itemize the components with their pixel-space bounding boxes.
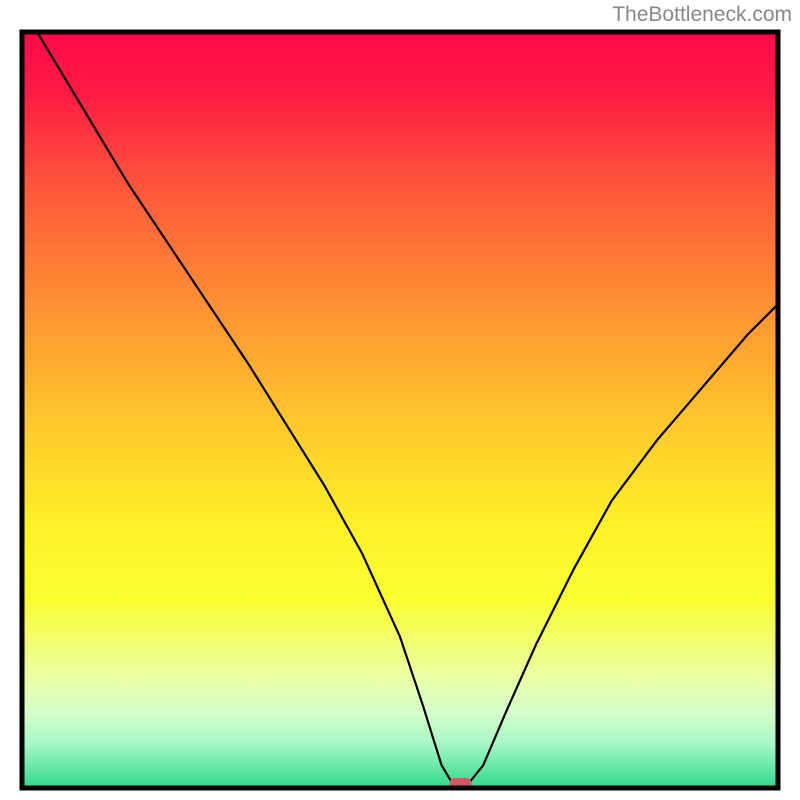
bottleneck-chart: [0, 0, 800, 800]
chart-container: TheBottleneck.com: [0, 0, 800, 800]
plot-background: [22, 32, 778, 788]
watermark-text: TheBottleneck.com: [612, 3, 792, 27]
